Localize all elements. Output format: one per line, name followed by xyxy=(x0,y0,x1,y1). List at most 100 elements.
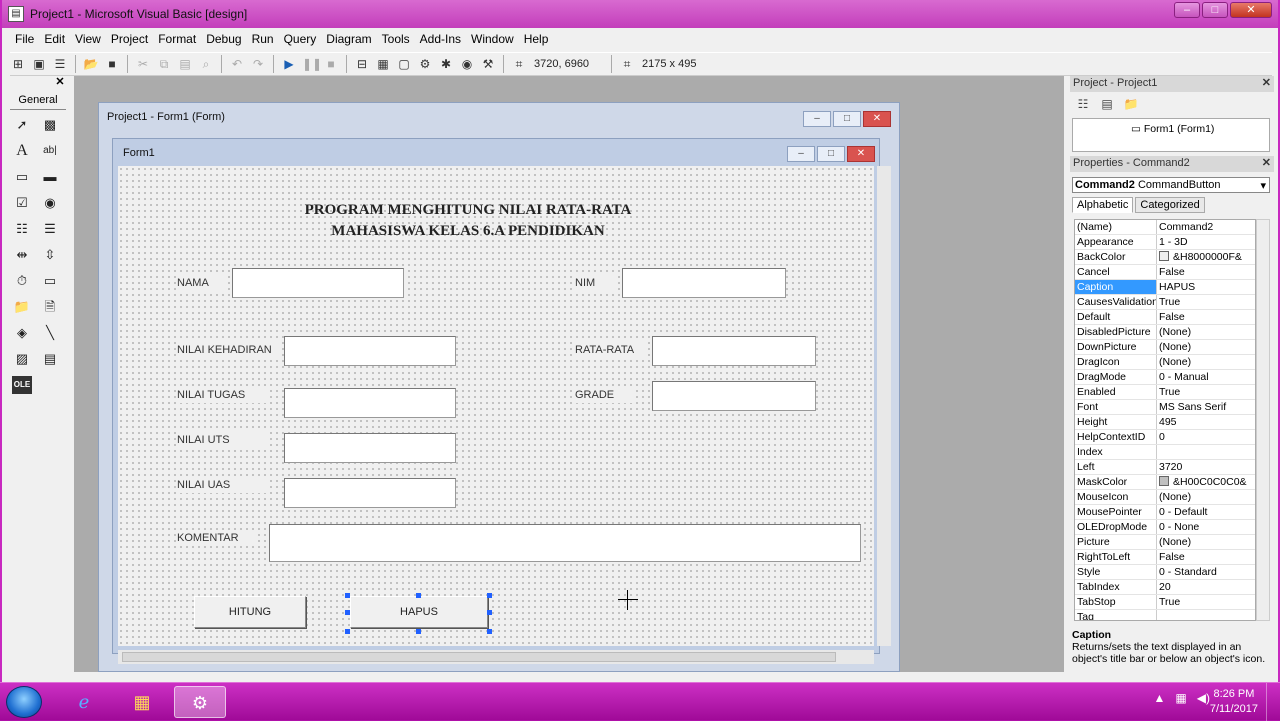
property-value[interactable]: True xyxy=(1157,385,1255,399)
property-value[interactable] xyxy=(1157,445,1255,459)
designer-close-button[interactable]: ✕ xyxy=(863,111,891,127)
textbox-nim[interactable] xyxy=(622,268,786,298)
label-nilai-uas[interactable]: NILAI UAS xyxy=(176,477,266,493)
ole-tool-icon[interactable]: OLE xyxy=(12,376,32,394)
property-value[interactable]: 0 - Standard xyxy=(1157,565,1255,579)
break-icon[interactable]: ❚❚ xyxy=(302,56,322,72)
tray-expand-icon[interactable]: ▲ xyxy=(1154,691,1166,705)
internet-explorer-icon[interactable]: ℯ xyxy=(58,686,110,718)
properties-window-icon[interactable]: ▦ xyxy=(375,56,391,72)
form-close-button[interactable]: ✕ xyxy=(847,146,875,162)
property-value[interactable]: (None) xyxy=(1157,490,1255,504)
property-value[interactable]: False xyxy=(1157,310,1255,324)
selection-handle[interactable] xyxy=(345,629,350,634)
property-row[interactable]: Default False xyxy=(1075,310,1255,325)
property-row[interactable]: OLEDropMode 0 - None xyxy=(1075,520,1255,535)
property-row[interactable]: MaskColor &H00C0C0C0& xyxy=(1075,475,1255,490)
property-value[interactable]: True xyxy=(1157,595,1255,609)
menu-editor-icon[interactable]: ☰ xyxy=(52,56,68,72)
save-project-icon[interactable]: ■ xyxy=(104,56,120,72)
property-row[interactable]: Picture (None) xyxy=(1075,535,1255,550)
menu-format[interactable]: Format xyxy=(153,30,201,50)
property-row[interactable]: (Name) Command2 xyxy=(1075,220,1255,235)
label-komentar[interactable]: KOMENTAR xyxy=(176,530,256,546)
end-icon[interactable]: ■ xyxy=(323,56,339,72)
taskbar-clock[interactable]: 8:26 PM 7/11/2017 xyxy=(1210,687,1258,717)
menu-help[interactable]: Help xyxy=(519,30,554,50)
property-row[interactable]: BackColor &H8000000F& xyxy=(1075,250,1255,265)
tab-alphabetic[interactable]: Alphabetic xyxy=(1072,197,1134,213)
toggle-folders-icon[interactable]: 📁 xyxy=(1122,96,1140,112)
visual-basic-taskbar-icon[interactable]: ⚙ xyxy=(174,686,226,718)
object-browser-icon[interactable]: ⚙ xyxy=(417,56,433,72)
open-project-icon[interactable]: 📂 xyxy=(83,56,99,72)
property-row[interactable]: Caption HAPUS xyxy=(1075,280,1255,295)
cut-icon[interactable]: ✂ xyxy=(135,56,151,72)
view-code-icon[interactable]: ☷ xyxy=(1074,96,1092,112)
property-row[interactable]: DownPicture (None) xyxy=(1075,340,1255,355)
property-value[interactable]: 0 - None xyxy=(1157,520,1255,534)
property-row[interactable]: Enabled True xyxy=(1075,385,1255,400)
hitung-button[interactable]: HITUNG xyxy=(194,596,306,628)
textbox-rata-rata[interactable] xyxy=(652,336,816,366)
property-row[interactable]: DisabledPicture (None) xyxy=(1075,325,1255,340)
menu-diagram[interactable]: Diagram xyxy=(321,30,376,50)
menu-run[interactable]: Run xyxy=(247,30,279,50)
property-value[interactable]: False xyxy=(1157,265,1255,279)
property-row[interactable]: Font MS Sans Serif xyxy=(1075,400,1255,415)
property-value[interactable]: 0 xyxy=(1157,430,1255,444)
designer-maximize-button[interactable]: □ xyxy=(833,111,861,127)
textbox-komentar[interactable] xyxy=(269,524,861,562)
tree-node-form1[interactable]: ▭ Form1 (Form1) xyxy=(1131,123,1214,135)
project-explorer-icon[interactable]: ⊟ xyxy=(354,56,370,72)
form-vertical-scrollbar[interactable] xyxy=(877,166,891,646)
optionbutton-tool-icon[interactable]: ◉ xyxy=(40,194,60,212)
property-row[interactable]: DragMode 0 - Manual xyxy=(1075,370,1255,385)
property-row[interactable]: TabIndex 20 xyxy=(1075,580,1255,595)
property-row[interactable]: Style 0 - Standard xyxy=(1075,565,1255,580)
close-button[interactable]: ✕ xyxy=(1230,2,1272,18)
menu-add-ins[interactable]: Add-Ins xyxy=(415,30,466,50)
selection-handle[interactable] xyxy=(345,593,350,598)
property-row[interactable]: CausesValidation True xyxy=(1075,295,1255,310)
designer-minimize-button[interactable]: – xyxy=(803,111,831,127)
menu-query[interactable]: Query xyxy=(279,30,322,50)
image-tool-icon[interactable]: ▨ xyxy=(12,350,32,368)
properties-scrollbar[interactable] xyxy=(1256,219,1270,621)
toolbox-icon[interactable]: ✱ xyxy=(438,56,454,72)
form-maximize-button[interactable]: □ xyxy=(817,146,845,162)
filelistbox-tool-icon[interactable]: 🗎 xyxy=(40,298,60,316)
selection-handle[interactable] xyxy=(487,610,492,615)
label-rata-rata[interactable]: RATA-RATA xyxy=(574,342,644,358)
textbox-tool-icon[interactable]: ab| xyxy=(40,142,60,160)
properties-close-button[interactable]: ✕ xyxy=(1262,156,1271,169)
property-value[interactable]: True xyxy=(1157,295,1255,309)
menu-debug[interactable]: Debug xyxy=(201,30,246,50)
textbox-nilai-uts[interactable] xyxy=(284,433,456,463)
property-value[interactable]: False xyxy=(1157,550,1255,564)
property-row[interactable]: Cancel False xyxy=(1075,265,1255,280)
label-nilai-kehadiran[interactable]: NILAI KEHADIRAN xyxy=(176,342,280,358)
property-value[interactable]: 20 xyxy=(1157,580,1255,594)
picturebox-tool-icon[interactable]: ▩ xyxy=(40,116,60,134)
start-button[interactable] xyxy=(6,686,42,718)
textbox-nilai-tugas[interactable] xyxy=(284,388,456,418)
textbox-grade[interactable] xyxy=(652,381,816,411)
property-value[interactable]: (None) xyxy=(1157,535,1255,549)
form-title-line1[interactable]: PROGRAM MENGHITUNG NILAI RATA-RATA xyxy=(118,202,818,219)
form-title-line2[interactable]: MAHASISWA KELAS 6.A PENDIDIKAN xyxy=(118,223,818,240)
property-row[interactable]: Height 495 xyxy=(1075,415,1255,430)
network-icon[interactable]: ▦ xyxy=(1175,691,1186,705)
property-row[interactable]: MousePointer 0 - Default xyxy=(1075,505,1255,520)
form-minimize-button[interactable]: – xyxy=(787,146,815,162)
label-tool-icon[interactable]: A xyxy=(12,142,32,160)
maximize-button[interactable]: □ xyxy=(1202,2,1228,18)
textbox-nama[interactable] xyxy=(232,268,404,298)
label-nama[interactable]: NAMA xyxy=(176,275,228,291)
property-value[interactable]: HAPUS xyxy=(1157,280,1255,294)
menu-window[interactable]: Window xyxy=(466,30,519,50)
copy-icon[interactable]: ⧉ xyxy=(156,56,172,72)
property-row[interactable]: DragIcon (None) xyxy=(1075,355,1255,370)
frame-tool-icon[interactable]: ▭ xyxy=(12,168,32,186)
hapus-button[interactable]: HAPUS xyxy=(350,596,488,628)
